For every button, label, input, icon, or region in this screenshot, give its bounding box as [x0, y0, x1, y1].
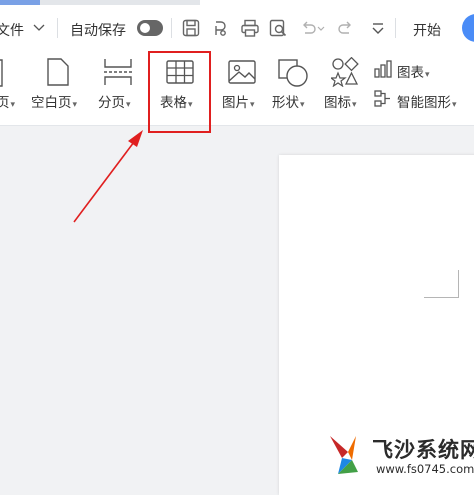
watermark-url: www.fs0745.com	[376, 462, 474, 476]
watermark-title: 飞沙系统网	[372, 438, 474, 462]
margin-corner-mark	[424, 270, 459, 298]
watermark-logo-icon	[330, 436, 358, 474]
